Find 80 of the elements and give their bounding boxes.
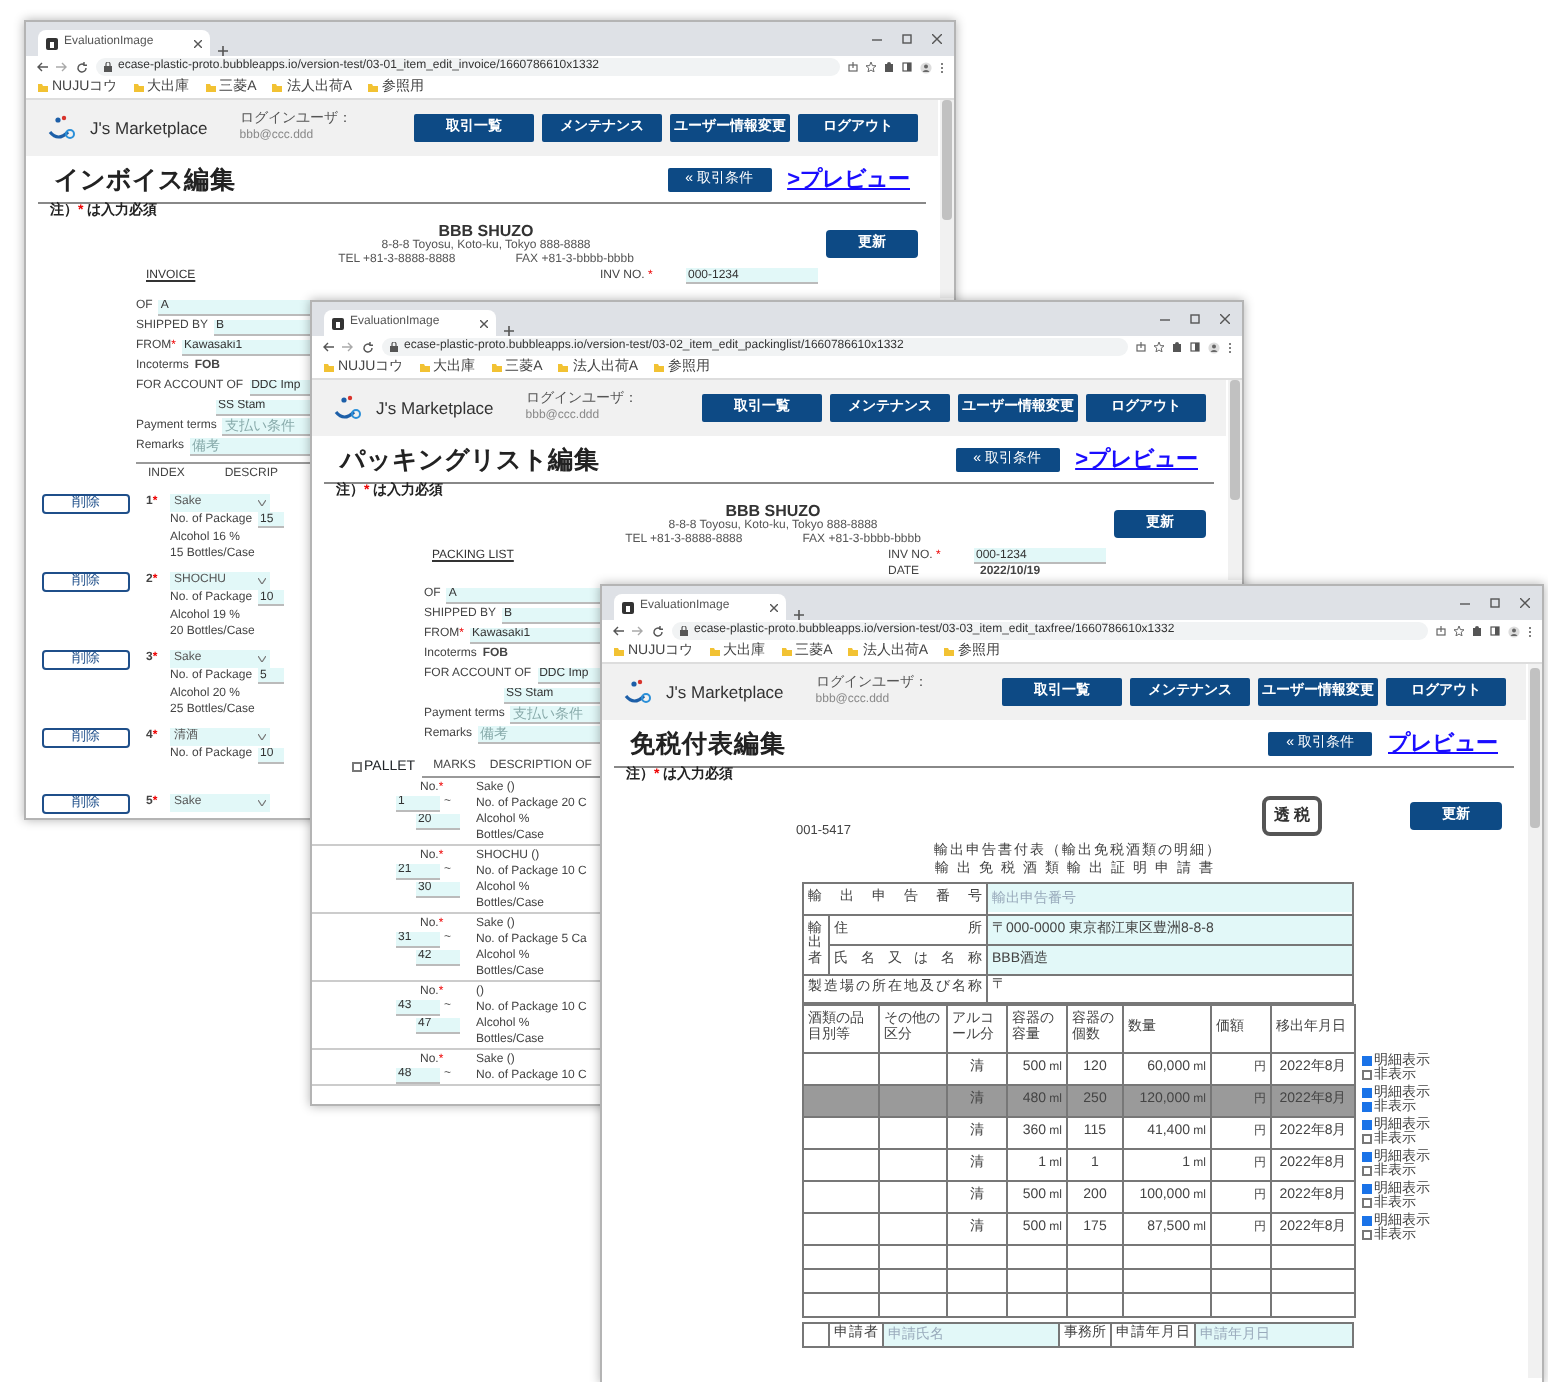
back-icon[interactable] (612, 626, 624, 636)
favicon-icon (332, 317, 344, 329)
star-icon[interactable] (1454, 626, 1464, 636)
maximize-icon[interactable] (1490, 598, 1500, 608)
logo-icon (332, 394, 364, 422)
reload-icon[interactable] (652, 625, 664, 637)
folder-icon (614, 648, 624, 656)
company-name: BBB SHUZO (438, 221, 534, 240)
minimize-icon[interactable] (1460, 598, 1470, 608)
lock-icon (680, 626, 688, 636)
puzzle-icon[interactable] (1472, 626, 1482, 636)
back-icon[interactable] (322, 342, 334, 352)
sidebar-icon[interactable] (1490, 626, 1500, 636)
reload-icon[interactable] (76, 61, 88, 73)
page-title: パッキングリスト編集 (340, 444, 600, 478)
profile-icon[interactable] (1508, 625, 1520, 637)
page-title: 免税付表編集 (630, 728, 786, 762)
back-icon[interactable] (36, 62, 48, 72)
folder-icon (709, 648, 720, 656)
minimize-icon[interactable] (872, 34, 882, 44)
close-icon[interactable] (932, 34, 942, 44)
profile-icon[interactable] (920, 61, 932, 73)
close-icon[interactable] (770, 603, 778, 611)
share-icon[interactable] (1436, 626, 1446, 636)
caret-icon (258, 577, 266, 584)
sidebar-icon[interactable] (902, 62, 912, 72)
share-icon[interactable] (848, 62, 858, 72)
lock-icon (390, 342, 398, 352)
sidebar-icon[interactable] (1190, 342, 1200, 352)
folder-icon (419, 364, 430, 372)
close-icon[interactable] (1520, 598, 1530, 608)
new-tab-icon[interactable] (218, 46, 228, 56)
scrollbar[interactable] (1228, 380, 1242, 580)
folder-icon (272, 84, 283, 92)
new-tab-icon[interactable] (794, 610, 804, 620)
folder-icon (944, 648, 955, 656)
brand-name: J's Marketplace (666, 679, 784, 705)
tax-stamp: 透 税 (1262, 795, 1323, 836)
star-icon[interactable] (1154, 342, 1164, 352)
folder-icon (848, 648, 859, 656)
close-icon[interactable] (194, 39, 202, 47)
new-tab-icon[interactable] (504, 326, 514, 336)
folder-icon (654, 364, 665, 372)
close-icon[interactable] (480, 319, 488, 327)
reload-icon[interactable] (362, 341, 374, 353)
lock-icon (104, 62, 112, 72)
puzzle-icon[interactable] (884, 62, 894, 72)
folder-icon (205, 84, 216, 92)
caret-icon (258, 799, 266, 806)
scrollbar[interactable] (940, 100, 954, 298)
share-icon[interactable] (1136, 342, 1146, 352)
caret-icon (258, 655, 266, 662)
folder-icon (324, 364, 334, 372)
preview-link[interactable]: >プレビュー (1075, 444, 1198, 478)
folder-icon (558, 364, 569, 372)
maximize-icon[interactable] (902, 34, 912, 44)
folder-icon (781, 648, 792, 656)
favicon-icon (46, 37, 58, 49)
caret-icon (258, 499, 266, 506)
folder-icon (133, 84, 144, 92)
company-name: BBB SHUZO (725, 501, 821, 520)
close-icon[interactable] (1220, 314, 1230, 324)
brand-name: J's Marketplace (90, 115, 208, 141)
caret-icon (258, 733, 266, 740)
favicon-icon (622, 601, 634, 613)
page-title: インボイス編集 (54, 164, 236, 198)
folder-icon (368, 84, 379, 92)
folder-icon (38, 84, 48, 92)
logo-icon (46, 114, 78, 142)
preview-link[interactable]: プレビュー (1388, 728, 1498, 762)
folder-icon (491, 364, 502, 372)
brand-name: J's Marketplace (376, 395, 494, 421)
preview-link[interactable]: >プレビュー (787, 164, 910, 198)
profile-icon[interactable] (1208, 341, 1220, 353)
scrollbar[interactable] (1528, 664, 1542, 1378)
puzzle-icon[interactable] (1172, 342, 1182, 352)
logo-icon (622, 678, 654, 706)
minimize-icon[interactable] (1160, 314, 1170, 324)
star-icon[interactable] (866, 62, 876, 72)
maximize-icon[interactable] (1190, 314, 1200, 324)
